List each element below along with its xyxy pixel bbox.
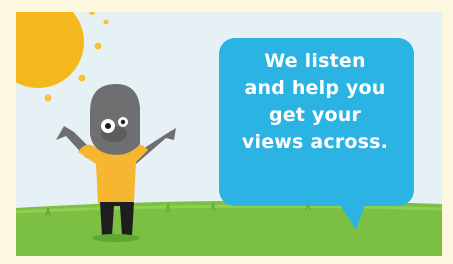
speech-line-1: We listen	[264, 50, 366, 72]
speech-line-3: get your	[268, 104, 362, 126]
speech-line-2: and help you	[244, 77, 386, 99]
character-shadow	[92, 234, 140, 242]
character-head	[90, 84, 140, 155]
speech-line-4: views across.	[241, 131, 389, 153]
speech-bubble-text: We listen and help you get your views ac…	[221, 48, 409, 156]
illustration-frame: We listen and help you get your views ac…	[16, 12, 442, 256]
